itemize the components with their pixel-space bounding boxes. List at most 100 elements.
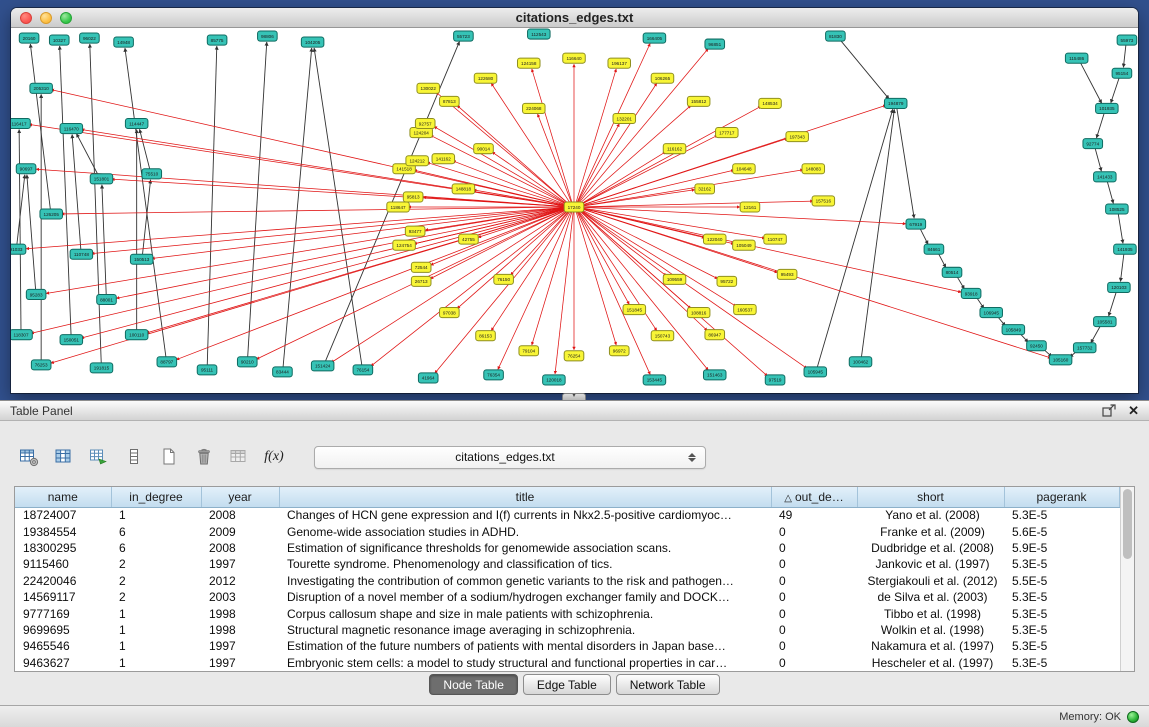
graph-node[interactable]: 105945: [804, 367, 827, 377]
graph-node[interactable]: 151463: [703, 370, 726, 380]
graph-node[interactable]: 115486: [1065, 53, 1088, 63]
graph-node[interactable]: 95283: [26, 289, 46, 299]
graph-node[interactable]: 32162: [695, 184, 715, 194]
graph-edge[interactable]: [430, 209, 567, 279]
graph-node[interactable]: 90697: [16, 164, 36, 174]
graph-node[interactable]: 122040: [703, 234, 726, 244]
graph-edge[interactable]: [1118, 214, 1123, 243]
graph-node[interactable]: 76354: [484, 370, 504, 380]
graph-node[interactable]: 148083: [802, 164, 825, 174]
graph-node[interactable]: 130022: [417, 83, 440, 93]
graph-node[interactable]: 100110: [125, 330, 148, 340]
graph-edge[interactable]: [19, 130, 21, 330]
table-cell[interactable]: 5.3E-5: [1004, 507, 1119, 523]
graph-node[interactable]: 177717: [716, 128, 739, 138]
graph-edge[interactable]: [112, 179, 567, 206]
graph-edge[interactable]: [90, 44, 101, 363]
table-cell[interactable]: 19384554: [15, 523, 111, 539]
graph-edge[interactable]: [283, 48, 312, 367]
graph-edge[interactable]: [938, 253, 946, 267]
graph-node[interactable]: 166405: [643, 33, 666, 43]
graph-node[interactable]: 92774: [1083, 139, 1103, 149]
graph-node[interactable]: 118647: [387, 202, 410, 212]
graph-node[interactable]: 101935: [1096, 103, 1119, 113]
graph-node[interactable]: 86153: [476, 331, 496, 341]
table-cell[interactable]: Stergiakouli et al. (2012): [857, 573, 1004, 589]
table-cell[interactable]: Tourette syndrome. Phenomenology and cla…: [279, 556, 771, 572]
column-header-year[interactable]: year: [201, 487, 279, 507]
table-cell[interactable]: 0: [771, 523, 857, 539]
graph-node[interactable]: 120018: [543, 375, 566, 385]
graph-node[interactable]: 150743: [651, 331, 674, 341]
graph-node[interactable]: 95111: [197, 365, 217, 375]
column-header-short[interactable]: short: [857, 487, 1004, 507]
table-row[interactable]: 2242004622012Investigating the contribut…: [15, 573, 1119, 589]
table-cell[interactable]: 9463627: [15, 655, 111, 671]
table-cell[interactable]: 1998: [201, 605, 279, 621]
table-row[interactable]: 1872400712008Changes of HCN gene express…: [15, 507, 1119, 523]
column-header-pagerank[interactable]: pagerank: [1004, 487, 1119, 507]
graph-edge[interactable]: [840, 40, 889, 99]
graph-edge[interactable]: [957, 276, 965, 289]
graph-edge[interactable]: [1091, 326, 1101, 343]
table-row[interactable]: 946554611997Estimation of the future num…: [15, 638, 1119, 654]
table-cell[interactable]: 18300295: [15, 540, 111, 556]
scrollbar-thumb[interactable]: [1123, 489, 1132, 559]
graph-edge[interactable]: [491, 83, 570, 203]
function-builder-icon[interactable]: f(x): [261, 444, 287, 470]
graph-node[interactable]: 75510: [142, 169, 162, 179]
graph-edge[interactable]: [17, 175, 25, 244]
graph-edge[interactable]: [30, 44, 50, 209]
graph-node[interactable]: 106945: [980, 308, 1003, 318]
graph-node[interactable]: 26713: [411, 276, 431, 286]
table-row[interactable]: 1830029562008Estimation of significance …: [15, 540, 1119, 556]
float-panel-icon[interactable]: [1102, 404, 1116, 417]
graph-edge[interactable]: [577, 124, 619, 203]
table-cell[interactable]: 0: [771, 605, 857, 621]
tab-node-table[interactable]: Node Table: [429, 674, 518, 695]
graph-node[interactable]: 118307: [11, 330, 32, 340]
graph-node[interactable]: 157516: [812, 196, 835, 206]
graph-edge[interactable]: [431, 209, 568, 265]
table-cell[interactable]: 1998: [201, 622, 279, 638]
table-cell[interactable]: 9465546: [15, 638, 111, 654]
graph-node[interactable]: 112543: [528, 29, 551, 39]
graph-node[interactable]: 97038: [440, 308, 460, 318]
graph-edge[interactable]: [29, 124, 567, 206]
graph-node[interactable]: 150513: [130, 254, 153, 264]
graph-edge[interactable]: [1120, 254, 1123, 281]
graph-node[interactable]: 194879: [884, 98, 907, 108]
graph-node[interactable]: 132201: [613, 113, 636, 123]
graph-node[interactable]: 122680: [474, 73, 497, 83]
graph-edge[interactable]: [1111, 78, 1119, 103]
table-cell[interactable]: 5.3E-5: [1004, 638, 1119, 654]
rows-icon[interactable]: [121, 444, 147, 470]
graph-node[interactable]: 108816: [687, 308, 710, 318]
graph-node[interactable]: 109559: [663, 274, 686, 284]
graph-node[interactable]: 67919: [906, 219, 926, 229]
network-canvas[interactable]: 1724012161105049957221088161507439697276…: [11, 28, 1138, 393]
graph-node[interactable]: 84661: [924, 244, 944, 254]
graph-node[interactable]: 196137: [608, 58, 631, 68]
import-table-icon[interactable]: [226, 444, 252, 470]
graph-node[interactable]: 141162: [432, 154, 455, 164]
graph-node[interactable]: 124158: [517, 58, 540, 68]
table-cell[interactable]: 5.3E-5: [1004, 622, 1119, 638]
graph-edge[interactable]: [579, 211, 709, 370]
table-row[interactable]: 1456911722003Disruption of a novel membe…: [15, 589, 1119, 605]
graph-node[interactable]: 92757: [415, 118, 435, 128]
graph-node[interactable]: 157732: [1073, 343, 1096, 353]
create-table-icon[interactable]: [156, 444, 182, 470]
graph-node[interactable]: 76253: [31, 360, 51, 370]
graph-node[interactable]: 76254: [564, 351, 584, 361]
graph-node[interactable]: 104205: [301, 37, 324, 47]
graph-edge[interactable]: [125, 48, 166, 357]
graph-node[interactable]: 114447: [125, 118, 148, 128]
table-selector-dropdown[interactable]: citations_edges.txt: [314, 446, 706, 469]
table-cell[interactable]: 9115460: [15, 556, 111, 572]
table-cell[interactable]: 2003: [201, 589, 279, 605]
graph-node[interactable]: 42755: [459, 234, 479, 244]
graph-edge[interactable]: [920, 228, 928, 244]
table-cell[interactable]: 5.6E-5: [1004, 523, 1119, 539]
table-cell[interactable]: 0: [771, 622, 857, 638]
